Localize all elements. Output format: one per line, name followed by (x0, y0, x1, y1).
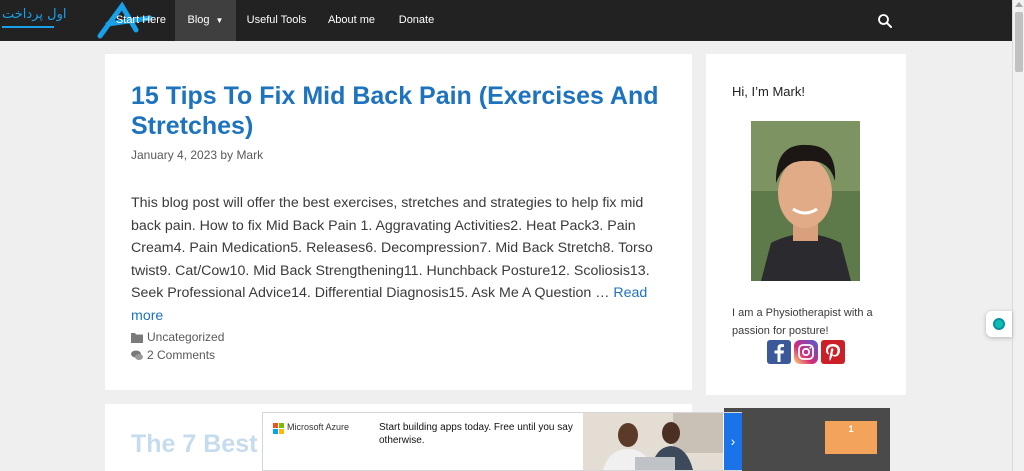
scrollbar-thumb[interactable] (1015, 12, 1023, 72)
next-post-title-link[interactable]: The 7 Best I (131, 430, 271, 459)
ad-brand-label: Microsoft Azure (287, 422, 350, 432)
sidebar-ad-badge: 1 (825, 421, 877, 454)
sidebar-title: Hi, I’m Mark! (732, 84, 805, 99)
logo-text: اول پرداخت (2, 7, 66, 22)
chevron-down-icon: ▼ (215, 16, 224, 25)
chat-widget-icon (993, 318, 1005, 330)
bottom-ad-banner[interactable]: Microsoft Azure Start building apps toda… (262, 412, 742, 471)
author-photo (751, 121, 860, 281)
post-comments: 2 Comments (131, 348, 215, 362)
post-excerpt: This blog post will offer the best exerc… (131, 192, 671, 328)
search-icon[interactable] (876, 12, 894, 30)
post-excerpt-text: This blog post will offer the best exerc… (131, 195, 653, 302)
post-by-label: by (220, 148, 234, 162)
instagram-icon[interactable] (794, 340, 818, 364)
floating-chat-widget[interactable] (986, 311, 1012, 337)
folder-icon (131, 332, 143, 343)
nav-useful-tools[interactable]: Useful Tools (236, 0, 317, 41)
pinterest-icon[interactable] (821, 340, 845, 364)
nav-useful-tools-label: Useful Tools (246, 14, 307, 26)
nav-donate[interactable]: Donate (386, 0, 447, 41)
page-scrollbar[interactable] (1012, 0, 1024, 471)
nav-about-me[interactable]: About me (317, 0, 386, 41)
nav-blog-label: Blog (187, 14, 210, 26)
sidebar-about-widget: Hi, I’m Mark! I am a Physiotherapist wit… (706, 54, 906, 395)
ad-next-arrow-icon[interactable]: › (724, 413, 742, 470)
post-categories: Uncategorized (131, 330, 224, 344)
nav-start-here[interactable]: Start Here (110, 0, 172, 41)
sidebar-bio: I am a Physiotherapist with a passion fo… (732, 307, 873, 337)
post-title-link[interactable]: 15 Tips To Fix Mid Back Pain (Exercises … (131, 81, 661, 141)
blog-post-card: 15 Tips To Fix Mid Back Pain (Exercises … (105, 54, 692, 390)
nav-start-here-label: Start Here (115, 14, 167, 26)
post-author[interactable]: Mark (236, 148, 263, 162)
nav-donate-label: Donate (398, 14, 435, 26)
post-date[interactable]: January 4, 2023 (131, 148, 217, 162)
post-meta: January 4, 2023 by Mark (131, 148, 263, 162)
ad-photo (583, 413, 723, 470)
scroll-up-arrow-icon[interactable] (1015, 2, 1023, 7)
top-navigation: اول پرداخت Start Here Blog ▼ Useful Tools… (0, 0, 1012, 41)
microsoft-logo-icon (273, 423, 284, 434)
nav-blog[interactable]: Blog ▼ (175, 0, 236, 41)
facebook-icon[interactable] (767, 340, 791, 364)
ad-headline[interactable]: Start building apps today. Free until yo… (379, 421, 579, 447)
comments-link[interactable]: 2 Comments (147, 348, 215, 362)
comments-icon (131, 350, 143, 360)
nav-about-me-label: About me (327, 14, 376, 26)
category-link[interactable]: Uncategorized (147, 330, 224, 344)
